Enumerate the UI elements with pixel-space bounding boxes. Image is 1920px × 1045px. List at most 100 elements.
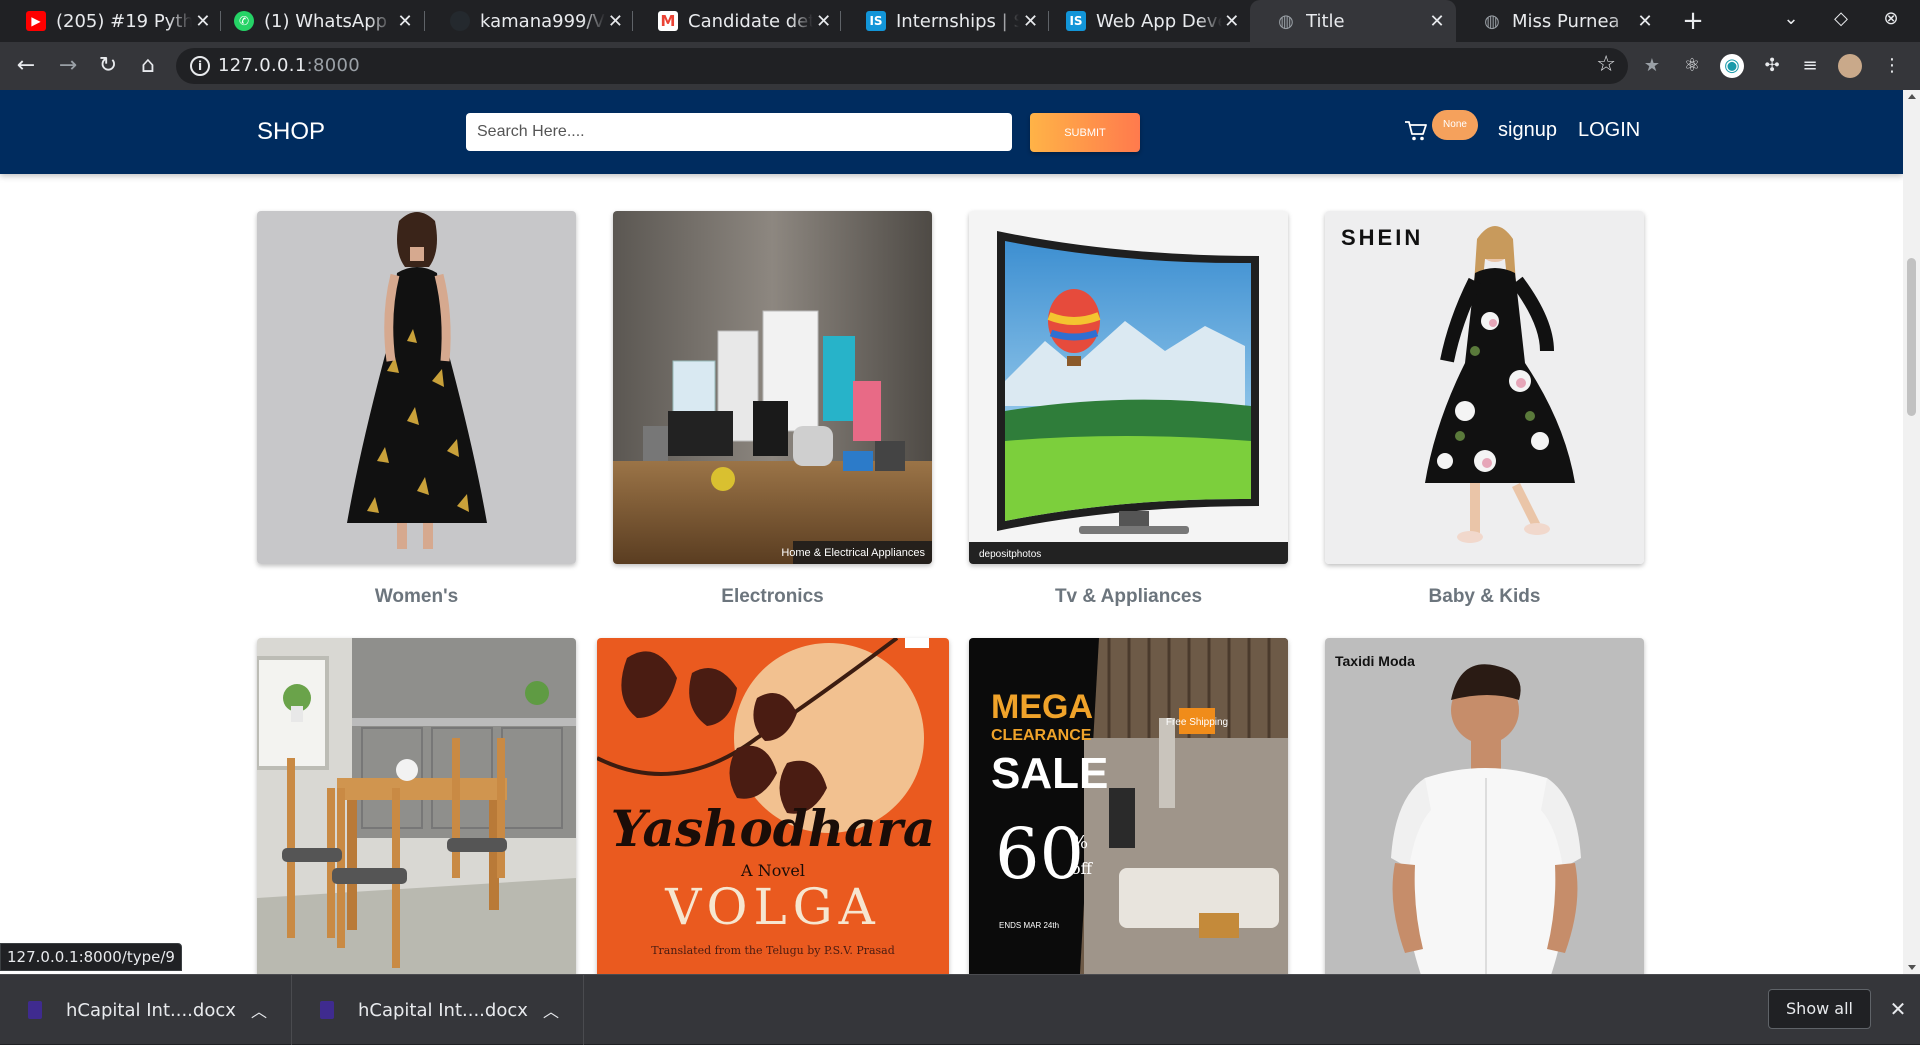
category-label[interactable]: Women's [257,586,576,608]
site-navbar: SHOP SUBMIT None signup LOGIN [0,90,1903,174]
document-icon [28,1001,42,1019]
download-item[interactable]: hCapital Int....docx ︿ [0,975,292,1045]
youtube-icon: ▶ [26,11,46,31]
svg-text:depositphotos: depositphotos [979,549,1041,560]
svg-text:ENDS MAR 24th: ENDS MAR 24th [999,921,1059,930]
books-image[interactable]: Yashodhara A Novel VOLGA Translated from… [597,638,949,974]
internshala-icon: IS [1066,11,1086,31]
tab-internships[interactable]: IS Internships | Su ✕ [840,0,1049,42]
category-card-home-decor[interactable]: Free Shipping MEGA CLEARANCE SALE 60 % o… [969,638,1288,974]
close-tab-icon[interactable]: ✕ [1424,11,1450,32]
home-icon[interactable]: ⌂ [132,50,164,82]
forward-icon[interactable]: → [52,50,84,82]
svg-text:SALE: SALE [991,749,1108,798]
page-scrollbar[interactable] [1903,90,1920,974]
tab-youtube[interactable]: ▶ (205) #19 Python ✕ [0,0,221,42]
category-label[interactable]: Electronics [613,586,932,608]
close-tab-icon[interactable]: ✕ [1019,11,1042,32]
url-host: 127.0.0.1 [218,55,307,76]
show-all-button[interactable]: Show all [1768,989,1871,1029]
submit-button[interactable]: SUBMIT [1030,113,1140,152]
category-card-tv[interactable]: depositphotos Tv & Appliances [969,211,1288,608]
close-tab-icon[interactable]: ✕ [605,11,626,32]
downloads-bar: hCapital Int....docx ︿ hCapital Int....d… [0,974,1920,1045]
react-devtools-icon[interactable]: ⚛ [1680,54,1704,78]
site-info-icon[interactable]: i [190,56,210,76]
baby-kids-image[interactable]: SHEIN [1325,211,1644,564]
signup-link[interactable]: signup [1498,119,1557,142]
bookmark-star-icon[interactable]: ☆ [1596,52,1616,77]
browser-toolbar: ← → ↻ ⌂ i 127.0.0.1:8000 ☆ ★ ⚛ ◉ ✣ ≡ ⋮ [0,42,1920,90]
whatsapp-icon: ✆ [234,11,254,31]
tab-strip: ▶ (205) #19 Python ✕ ✆ (1) WhatsApp ✕ ka… [0,0,1920,42]
globe-icon: ◍ [1484,10,1500,32]
profile-avatar[interactable] [1838,54,1862,78]
category-card-furniture[interactable] [257,638,576,974]
reload-icon[interactable]: ↻ [92,50,124,82]
tab-whatsapp[interactable]: ✆ (1) WhatsApp ✕ [208,0,425,42]
scroll-up-arrow-icon[interactable] [1908,94,1916,99]
category-label[interactable]: Tv & Appliances [969,586,1288,608]
extension-star-icon[interactable]: ★ [1640,54,1664,78]
category-label[interactable]: Baby & Kids [1325,586,1644,608]
svg-text:%: % [1071,832,1088,853]
tab-title-active[interactable]: ◍ Title ✕ [1250,0,1456,42]
category-card-books[interactable]: Yashodhara A Novel VOLGA Translated from… [597,638,949,974]
extension-circle-icon[interactable]: ◉ [1720,54,1744,78]
home-decor-image[interactable]: Free Shipping MEGA CLEARANCE SALE 60 % o… [969,638,1288,974]
window-close-icon[interactable]: ⊗ [1878,8,1904,29]
category-card-baby-kids[interactable]: SHEIN Baby & Kids [1325,211,1644,608]
svg-text:CLEARANCE: CLEARANCE [991,727,1092,744]
svg-text:SHEIN: SHEIN [1341,225,1423,250]
womens-image[interactable] [257,211,576,564]
scrollbar-thumb[interactable] [1907,258,1916,416]
menu-kebab-icon[interactable]: ⋮ [1880,54,1904,78]
svg-text:Home & Electrical Appliances: Home & Electrical Appliances [781,547,925,559]
extensions-puzzle-icon[interactable]: ✣ [1760,54,1784,78]
page-viewport: SHOP SUBMIT None signup LOGIN [0,90,1903,974]
svg-text:VOLGA: VOLGA [664,878,880,936]
document-icon [320,1001,334,1019]
close-tab-icon[interactable]: ✕ [392,11,418,32]
tab-search-icon[interactable]: ⌄ [1778,8,1804,29]
new-tab-button[interactable]: + [1677,5,1709,37]
address-bar[interactable]: i 127.0.0.1:8000 ☆ [176,48,1628,84]
close-tab-icon[interactable]: ✕ [1222,11,1242,32]
svg-text:Taxidi Moda: Taxidi Moda [1335,653,1415,669]
scroll-down-arrow-icon[interactable] [1908,965,1916,970]
electronics-image[interactable]: Home & Electrical Appliances [613,211,932,564]
svg-text:Translated from the Telugu by: Translated from the Telugu by P.S.V. Pra… [651,944,895,957]
globe-icon: ◍ [1278,10,1294,32]
login-link[interactable]: LOGIN [1578,119,1640,142]
tab-github[interactable]: kamana999/Vote ✕ [424,0,633,42]
download-item[interactable]: hCapital Int....docx ︿ [292,975,584,1045]
svg-text:Free Shipping: Free Shipping [1166,717,1228,728]
chevron-up-icon[interactable]: ︿ [251,998,267,1022]
svg-text:Yashodhara: Yashodhara [611,799,936,858]
github-icon [450,11,470,31]
furniture-image[interactable] [257,638,576,974]
tab-gmail[interactable]: M Candidate details ✕ [632,0,841,42]
reading-list-icon[interactable]: ≡ [1798,54,1822,78]
url-port: :8000 [306,55,360,76]
category-card-electronics[interactable]: Home & Electrical Appliances Electronics [613,211,932,608]
tab-miss-purnea[interactable]: ◍ Miss Purnea ✕ [1456,0,1664,42]
category-card-men[interactable]: Taxidi Moda [1325,638,1644,974]
link-status-bubble: 127.0.0.1:8000/type/9 [0,943,182,971]
brand-logo[interactable]: SHOP [257,118,325,146]
svg-text:60: 60 [995,813,1084,895]
minimize-icon[interactable]: ◇ [1828,8,1854,29]
close-tab-icon[interactable]: ✕ [1632,11,1658,32]
search-input[interactable] [466,113,1012,151]
back-icon[interactable]: ← [10,50,42,82]
tab-web-app[interactable]: IS Web App Develop ✕ [1040,0,1248,42]
close-tab-icon[interactable]: ✕ [813,11,834,32]
men-image[interactable]: Taxidi Moda [1325,638,1644,974]
svg-text:off: off [1071,859,1094,878]
cart-icon[interactable] [1404,120,1428,142]
close-downloads-icon[interactable]: ✕ [1886,997,1910,1021]
cart-count-badge: None [1432,110,1478,140]
category-card-womens[interactable]: Women's [257,211,576,608]
chevron-up-icon[interactable]: ︿ [543,998,559,1022]
tv-appliances-image[interactable]: depositphotos [969,211,1288,564]
